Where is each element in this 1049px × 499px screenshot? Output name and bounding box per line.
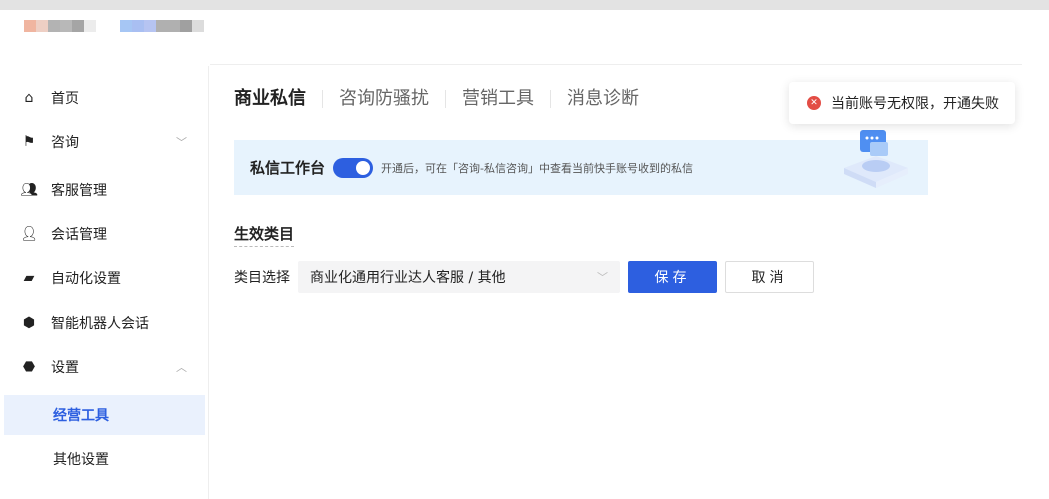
sidebar-item-automation[interactable]: ▰ 自动化设置 bbox=[0, 258, 209, 298]
sidebar-item-consult[interactable]: ⚑ 咨询 ﹀ bbox=[0, 122, 209, 162]
robot-icon: ⬢ bbox=[22, 315, 36, 331]
account-name-blurred bbox=[120, 20, 204, 46]
category-label: 类目选择 bbox=[234, 270, 290, 286]
section-title: 生效类目 bbox=[234, 223, 295, 247]
chat-flag-icon: ⚑ bbox=[22, 134, 36, 150]
chevron-down-icon: ﹀ bbox=[597, 271, 608, 284]
users-icon: 👥︎ bbox=[20, 182, 38, 198]
user-voice-icon: 👤︎ bbox=[20, 226, 38, 242]
category-row: 类目选择 商业化通用行业达人客服 / 其他 ﹀ 保存 取消 bbox=[234, 261, 814, 293]
workbench-toggle[interactable] bbox=[333, 157, 374, 178]
tab-business-message[interactable]: 商业私信 bbox=[234, 90, 322, 108]
sidebar-item-sessions[interactable]: 👤︎ 会话管理 bbox=[0, 214, 209, 254]
logo-blurred bbox=[24, 20, 96, 46]
sidebar-item-settings[interactable]: ⬣ 设置 ︿ bbox=[0, 347, 209, 387]
chevron-up-icon: ︿ bbox=[176, 361, 187, 374]
category-select[interactable]: 商业化通用行业达人客服 / 其他 ﹀ bbox=[298, 261, 620, 293]
save-button[interactable]: 保存 bbox=[628, 261, 717, 293]
settings-icon: ⬣ bbox=[22, 359, 36, 375]
workbench-banner: 私信工作台 开通后，可在「咨询-私信咨询」中查看当前快手账号收到的私信 bbox=[234, 140, 928, 195]
error-icon: ✕ bbox=[807, 96, 821, 110]
header-divider bbox=[210, 64, 1022, 65]
chevron-down-icon: ﹀ bbox=[176, 136, 187, 149]
banner-description: 开通后，可在「咨询-私信咨询」中查看当前快手账号收到的私信 bbox=[381, 161, 693, 175]
sidebar: ⌂ 首页 ⚑ 咨询 ﹀ 👥︎ 客服管理 👤︎ 会话管理 ▰ 自动化设置 ⬢ 智能机器人会话 ⬣… bbox=[0, 66, 209, 499]
select-value: 商业化通用行业达人客服 / 其他 bbox=[310, 270, 506, 286]
home-icon: ⌂ bbox=[24, 90, 34, 106]
tabs: 商业私信 咨询防骚扰 营销工具 消息诊断 bbox=[234, 90, 655, 108]
sidebar-item-robot[interactable]: ⬢ 智能机器人会话 bbox=[0, 303, 209, 343]
cancel-button[interactable]: 取消 bbox=[725, 261, 814, 293]
error-toast: ✕ 当前账号无权限，开通失败 bbox=[789, 82, 1015, 124]
tab-marketing-tools[interactable]: 营销工具 bbox=[445, 90, 550, 108]
browser-top-bar bbox=[0, 0, 1049, 10]
sidebar-item-agents[interactable]: 👥︎ 客服管理 bbox=[0, 170, 209, 210]
message-icon: ▰ bbox=[23, 270, 35, 286]
sidebar-item-business-tools[interactable]: 经营工具 bbox=[4, 395, 205, 435]
tab-message-diagnosis[interactable]: 消息诊断 bbox=[550, 90, 655, 108]
toast-message: 当前账号无权限，开通失败 bbox=[831, 96, 999, 112]
chat-illustration-icon bbox=[844, 130, 908, 188]
sidebar-item-other-settings[interactable]: 其他设置 bbox=[0, 439, 209, 479]
sidebar-item-home[interactable]: ⌂ 首页 bbox=[0, 78, 209, 118]
banner-title: 私信工作台 bbox=[250, 159, 326, 177]
tab-anti-harass[interactable]: 咨询防骚扰 bbox=[322, 90, 445, 108]
